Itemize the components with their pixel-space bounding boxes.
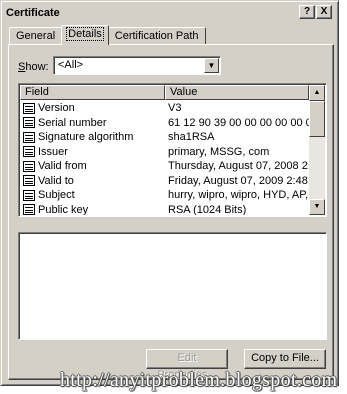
scroll-down-icon[interactable]: ▼ — [309, 199, 325, 215]
field-name: Valid to — [38, 174, 74, 187]
help-button[interactable]: ? — [299, 5, 315, 19]
tab-certification-path[interactable]: Certification Path — [107, 27, 206, 45]
certificate-field-icon — [23, 160, 35, 172]
vertical-scrollbar[interactable]: ▲ ▼ — [309, 85, 325, 215]
certificate-field-icon — [23, 204, 35, 215]
tab-details[interactable]: Details — [61, 25, 109, 45]
list-item[interactable]: Serial number 61 12 90 39 00 00 00 00 00 … — [20, 116, 309, 131]
column-header-field[interactable]: Field — [20, 85, 165, 100]
details-panel: Show: <All> ▼ Field Value Version V3 Seri… — [8, 44, 334, 381]
certificate-dialog: Certificate ? X General Details Certific… — [0, 0, 339, 386]
list-item[interactable]: Signature algorithm sha1RSA — [20, 130, 309, 145]
watermark-url: http://anyitproblem.blogspot.com — [60, 369, 338, 391]
certificate-field-icon — [23, 131, 35, 143]
tab-details-label: Details — [66, 27, 104, 41]
list-item[interactable]: Subject hurry, wipro, wipro, HYD, AP, IN — [20, 188, 309, 203]
list-item[interactable]: Issuer primary, MSSG, com — [20, 145, 309, 160]
field-name: Subject — [38, 189, 75, 202]
certificate-field-icon — [23, 117, 35, 129]
field-value: 61 12 90 39 00 00 00 00 00 02 — [168, 116, 309, 129]
list-header: Field Value — [20, 85, 309, 100]
copy-to-file-button[interactable]: Copy to File... — [244, 349, 326, 369]
field-name: Valid from — [38, 160, 87, 173]
list-rows: Version V3 Serial number 61 12 90 39 00 00… — [20, 101, 309, 215]
tab-general-label: General — [16, 30, 56, 42]
scrollbar-thumb[interactable] — [309, 101, 325, 137]
scroll-up-icon[interactable]: ▲ — [309, 85, 325, 101]
list-item[interactable]: Version V3 — [20, 101, 309, 116]
column-header-value[interactable]: Value — [165, 85, 309, 100]
field-detail-box[interactable] — [18, 232, 327, 340]
field-name: Issuer — [38, 145, 68, 158]
certificate-field-icon — [23, 102, 35, 114]
close-button[interactable]: X — [316, 5, 332, 19]
show-label-rest: how: — [25, 61, 49, 73]
show-dropdown[interactable]: <All> ▼ — [53, 56, 221, 75]
certificate-field-icon — [23, 146, 35, 158]
list-item[interactable]: Valid from Thursday, August 07, 2008 2:..… — [20, 159, 309, 174]
window-title: Certificate — [6, 7, 60, 19]
show-dropdown-value: <All> — [58, 59, 84, 71]
edit-properties-button[interactable]: Edit Properties... — [146, 349, 228, 381]
field-value: sha1RSA — [168, 131, 215, 144]
field-name: Signature algorithm — [38, 131, 134, 144]
list-item[interactable]: Public key RSA (1024 Bits) — [20, 203, 309, 215]
field-name: Serial number — [38, 116, 107, 129]
field-value: Thursday, August 07, 2008 2:... — [168, 160, 309, 173]
tab-general[interactable]: General — [9, 27, 63, 45]
field-value: hurry, wipro, wipro, HYD, AP, IN — [168, 189, 309, 202]
list-item[interactable]: Valid to Friday, August 07, 2009 2:48:... — [20, 174, 309, 189]
show-label: Show: — [18, 61, 49, 73]
title-bar[interactable]: Certificate ? X — [4, 4, 335, 22]
field-name: Public key — [38, 203, 89, 215]
field-value: V3 — [168, 102, 182, 115]
tab-strip: General Details Certification Path — [9, 25, 206, 45]
field-value: Friday, August 07, 2009 2:48:... — [168, 174, 309, 187]
tab-certification-path-label: Certification Path — [114, 30, 199, 42]
field-name: Version — [38, 102, 75, 115]
chevron-down-icon[interactable]: ▼ — [204, 58, 219, 73]
field-value: RSA (1024 Bits) — [168, 203, 247, 215]
certificate-field-icon — [23, 175, 35, 187]
field-value: primary, MSSG, com — [168, 145, 270, 158]
certificate-field-icon — [23, 189, 35, 201]
field-list[interactable]: Field Value Version V3 Serial number 61 12… — [18, 83, 327, 217]
